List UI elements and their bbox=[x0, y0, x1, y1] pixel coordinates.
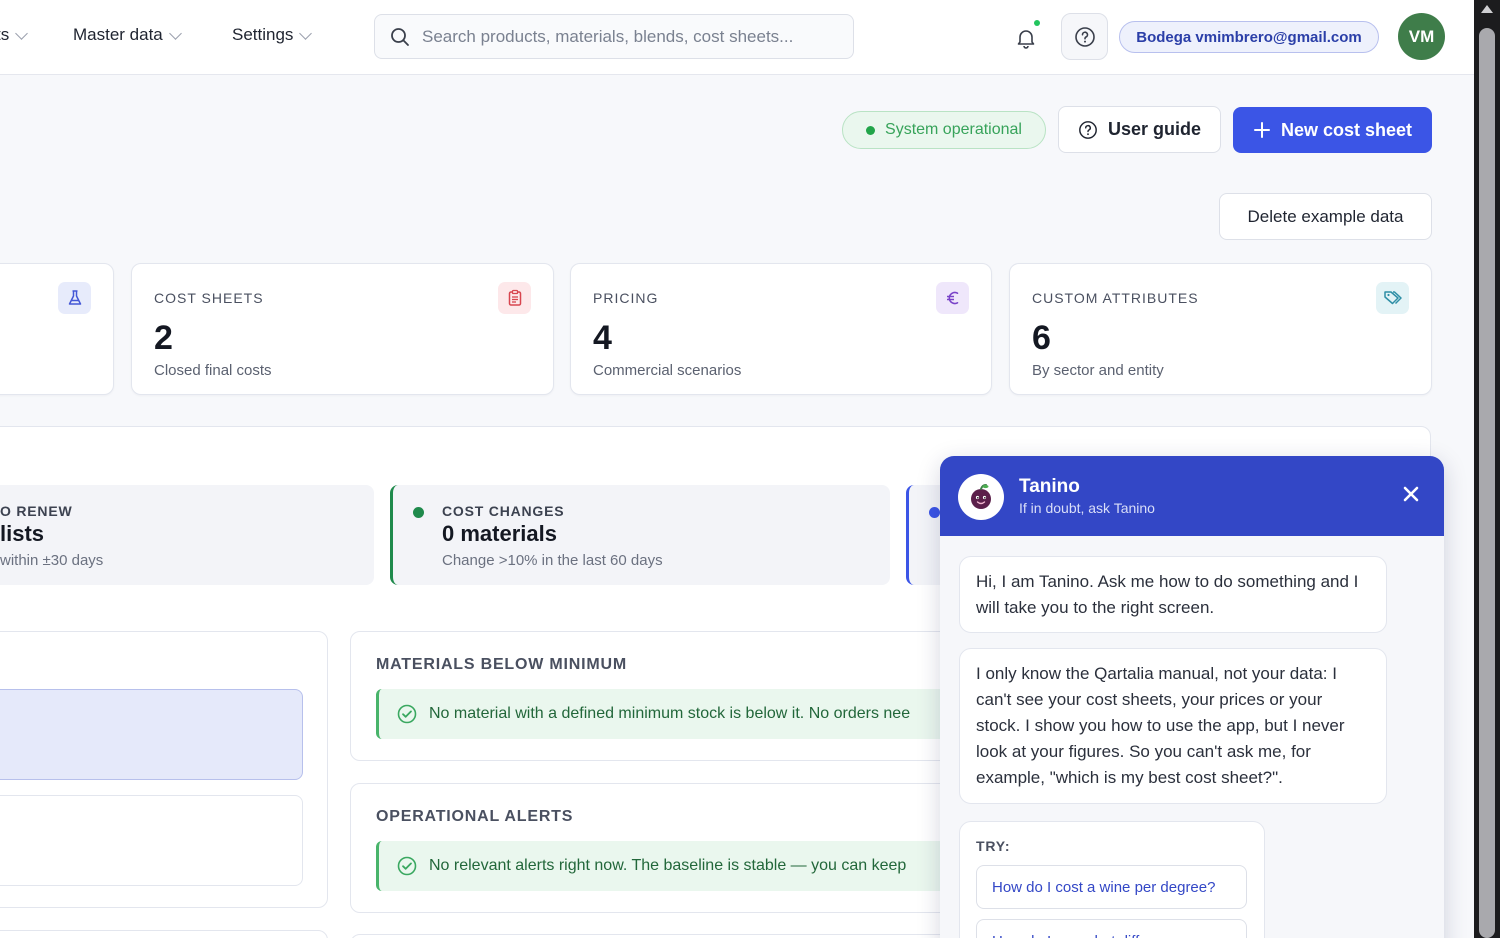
global-search[interactable] bbox=[374, 14, 854, 59]
kpi-label: COST CHANGES bbox=[442, 503, 565, 519]
suggestions-box: TRY: How do I cost a wine per degree? Ho… bbox=[959, 821, 1265, 938]
plus-icon bbox=[1253, 122, 1270, 138]
suggestions-label: TRY: bbox=[976, 838, 1011, 854]
assistant-logo bbox=[958, 474, 1004, 520]
status-text: System operational bbox=[885, 121, 1022, 138]
notification-dot bbox=[1034, 20, 1040, 26]
panel-lower bbox=[350, 934, 970, 938]
status-dot bbox=[866, 125, 876, 135]
left-panel-lower bbox=[0, 930, 328, 938]
kpi-value: 0 materials bbox=[442, 521, 557, 546]
stat-card-custom-attributes[interactable]: CUSTOM ATTRIBUTES 6 By sector and entity bbox=[1009, 263, 1432, 395]
left-panel bbox=[0, 631, 328, 908]
card-value: 4 bbox=[593, 319, 612, 357]
kpi-lists-to-renew[interactable]: O RENEW lists within ±30 days bbox=[0, 485, 374, 585]
stat-card-partial[interactable] bbox=[0, 263, 114, 395]
stat-card-pricing[interactable]: PRICING 4 Commercial scenarios bbox=[570, 263, 992, 395]
grape-mascot-icon bbox=[971, 484, 991, 509]
close-icon bbox=[1403, 486, 1419, 502]
card-label: CUSTOM ATTRIBUTES bbox=[1032, 290, 1199, 306]
check-circle-icon bbox=[397, 704, 417, 724]
top-navigation-bar: ts Master data Settings Bodega vmimbrero… bbox=[0, 0, 1474, 75]
card-label: COST SHEETS bbox=[154, 290, 264, 306]
chevron-down-icon bbox=[299, 26, 313, 40]
chat-header: Tanino If in doubt, ask Tanino bbox=[940, 456, 1444, 536]
question-circle-icon bbox=[1074, 26, 1095, 47]
card-subtitle: Closed final costs bbox=[154, 362, 272, 379]
tags-icon bbox=[1376, 282, 1409, 314]
card-label: PRICING bbox=[593, 290, 659, 306]
kpi-status-dot bbox=[413, 507, 424, 518]
panel-title: MATERIALS BELOW MINIMUM bbox=[376, 656, 627, 673]
success-notice: No material with a defined minimum stock… bbox=[376, 689, 956, 739]
card-value: 2 bbox=[154, 319, 173, 357]
chat-message: Hi, I am Tanino. Ask me how to do someth… bbox=[959, 556, 1387, 633]
kpi-label: O RENEW bbox=[0, 503, 73, 519]
assistant-tagline: If in doubt, ask Tanino bbox=[1019, 500, 1155, 516]
delete-example-data-button[interactable]: Delete example data bbox=[1219, 193, 1432, 240]
kpi-subtitle: within ±30 days bbox=[0, 552, 104, 569]
avatar[interactable]: VM bbox=[1398, 13, 1445, 60]
nav-menu-master-data[interactable]: Master data bbox=[73, 25, 182, 45]
suggestion-chip[interactable]: How do I cost a wine per degree? bbox=[976, 865, 1247, 909]
chat-message: I only know the Qartalia manual, not you… bbox=[959, 648, 1387, 804]
clipboard-icon bbox=[498, 282, 531, 314]
user-guide-button[interactable]: User guide bbox=[1058, 106, 1221, 153]
bell-icon bbox=[1017, 30, 1035, 49]
card-value: 6 bbox=[1032, 319, 1051, 357]
close-chat-button[interactable] bbox=[1400, 483, 1422, 505]
card-subtitle: By sector and entity bbox=[1032, 362, 1164, 379]
new-cost-sheet-button[interactable]: New cost sheet bbox=[1233, 107, 1432, 153]
workspace-user-pill[interactable]: Bodega vmimbrero@gmail.com bbox=[1119, 21, 1379, 53]
search-input[interactable] bbox=[422, 26, 832, 47]
success-notice: No relevant alerts right now. The baseli… bbox=[376, 841, 956, 891]
assistant-chat-widget: Tanino If in doubt, ask Tanino Hi, I am … bbox=[940, 456, 1444, 938]
materials-below-minimum-panel: MATERIALS BELOW MINIMUM No material with… bbox=[350, 631, 970, 761]
suggestion-chip[interactable]: How do I see what differ bbox=[976, 919, 1247, 938]
kpi-cost-changes[interactable]: COST CHANGES 0 materials Change >10% in … bbox=[390, 485, 890, 585]
panel-title: OPERATIONAL ALERTS bbox=[376, 808, 574, 825]
chevron-down-icon bbox=[168, 26, 182, 40]
nav-menu-label: Master data bbox=[73, 25, 163, 44]
new-cost-sheet-label: New cost sheet bbox=[1280, 119, 1413, 140]
kpi-subtitle: Change >10% in the last 60 days bbox=[442, 552, 663, 569]
nav-menu-label: Settings bbox=[232, 25, 294, 44]
euro-icon bbox=[936, 282, 969, 314]
selected-list-item[interactable] bbox=[0, 689, 303, 780]
card-subtitle: Commercial scenarios bbox=[593, 362, 742, 379]
assistant-name: Tanino bbox=[1019, 476, 1080, 497]
chevron-down-icon bbox=[15, 26, 29, 40]
stat-card-cost-sheets[interactable]: COST SHEETS 2 Closed final costs bbox=[131, 263, 554, 395]
help-button[interactable] bbox=[1061, 13, 1108, 60]
system-status-badge: System operational bbox=[842, 111, 1046, 149]
notifications-button[interactable] bbox=[1010, 20, 1042, 54]
question-circle-icon bbox=[1079, 120, 1097, 139]
flask-icon bbox=[58, 282, 91, 314]
nav-menu-label: ts bbox=[0, 25, 10, 44]
scrollbar-thumb[interactable] bbox=[1479, 28, 1495, 938]
search-icon bbox=[391, 27, 409, 46]
notice-text: No relevant alerts right now. The baseli… bbox=[429, 857, 907, 874]
kpi-value: lists bbox=[0, 521, 45, 546]
nav-menu-settings[interactable]: Settings bbox=[232, 25, 313, 45]
check-circle-icon bbox=[397, 856, 417, 876]
notice-text: No material with a defined minimum stock… bbox=[429, 705, 911, 722]
scroll-up-arrow[interactable] bbox=[1481, 5, 1493, 13]
user-guide-label: User guide bbox=[1107, 119, 1202, 139]
nav-menu-partial[interactable]: ts bbox=[0, 25, 29, 45]
list-item[interactable] bbox=[0, 795, 303, 886]
operational-alerts-panel: OPERATIONAL ALERTS No relevant alerts ri… bbox=[350, 783, 970, 913]
kpi-status-dot bbox=[929, 507, 940, 518]
